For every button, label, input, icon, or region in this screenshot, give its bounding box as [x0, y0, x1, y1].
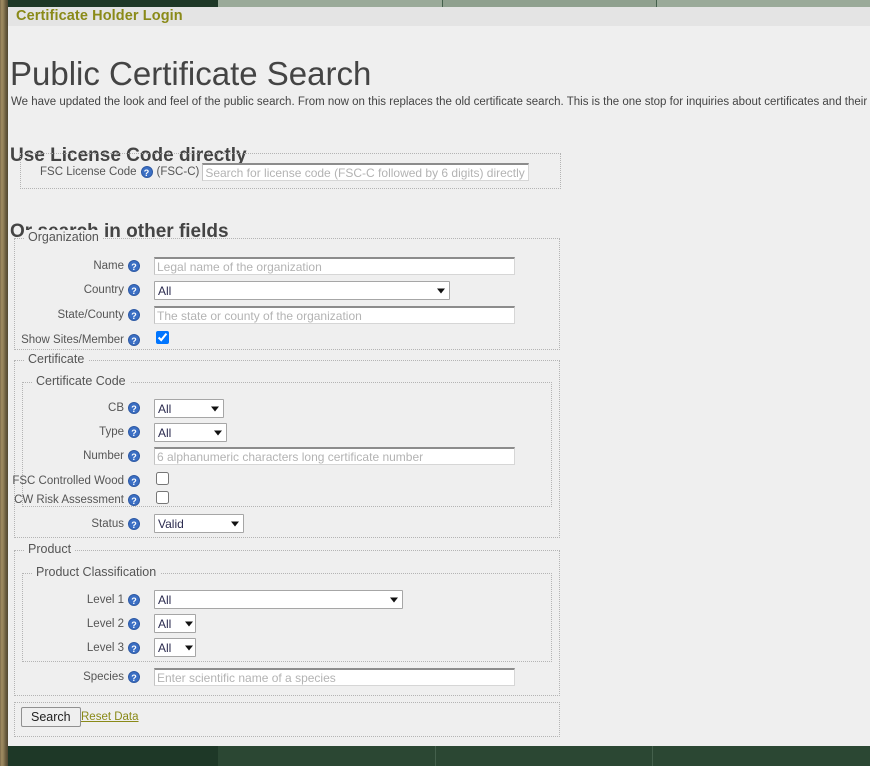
license-code-label: FSC License Code	[40, 166, 137, 178]
footer-strip-segment	[653, 746, 870, 766]
controlled-wood-label-group: FSC Controlled Wood ?	[12, 471, 144, 491]
help-icon[interactable]: ?	[128, 402, 140, 414]
organization-country-select[interactable]: All	[154, 281, 450, 300]
help-icon[interactable]: ?	[128, 284, 140, 296]
top-strip-segment	[443, 0, 656, 7]
level2-label: Level 2	[86, 618, 124, 630]
level3-select-wrap: All	[154, 638, 196, 657]
number-label-group: Number ?	[24, 446, 144, 466]
type-label: Type	[99, 426, 124, 438]
footer-accent-strip	[0, 746, 870, 766]
level2-label-group: Level 2 ?	[24, 614, 144, 634]
footer-strip-segment	[436, 746, 652, 766]
risk-assessment-label-group: CW Risk Assessment ?	[14, 490, 144, 510]
top-strip-segment	[0, 0, 218, 7]
intro-text: We have updated the look and feel of the…	[11, 95, 870, 108]
search-button[interactable]: Search	[21, 707, 81, 727]
show-sites-checkbox[interactable]	[156, 331, 169, 344]
show-sites-label-group: Show Sites/Member ?	[21, 330, 144, 350]
level1-select-wrap: All	[154, 590, 403, 609]
organization-country-label-group: Country ?	[24, 280, 144, 300]
help-icon[interactable]: ?	[128, 618, 140, 630]
footer-strip-segment	[8, 746, 218, 766]
organization-state-label-group: State/County ?	[24, 305, 144, 325]
top-strip-segment	[657, 0, 870, 7]
certificate-holder-login-link[interactable]: Certificate Holder Login	[16, 7, 183, 26]
product-level2-select[interactable]: All	[154, 614, 196, 633]
risk-assessment-checkbox[interactable]	[156, 491, 169, 504]
show-sites-label: Show Sites/Member	[21, 334, 124, 346]
help-icon[interactable]: ?	[128, 309, 140, 321]
organization-name-input[interactable]	[154, 257, 515, 275]
product-legend: Product	[24, 542, 76, 556]
level2-select-wrap: All	[154, 614, 196, 633]
help-icon[interactable]: ?	[128, 671, 140, 683]
organization-country-label: Country	[83, 284, 124, 296]
cb-label-group: CB ?	[24, 398, 144, 418]
help-icon[interactable]: ?	[140, 166, 153, 178]
top-strip-segment	[218, 0, 442, 7]
license-code-suffix: (FSC-C)	[156, 166, 200, 178]
help-icon[interactable]: ?	[128, 450, 140, 462]
page-left-border	[0, 0, 8, 766]
cb-label: CB	[108, 402, 124, 414]
certificate-number-label: Number	[83, 450, 124, 462]
product-level3-select[interactable]: All	[154, 638, 196, 657]
status-label: Status	[91, 518, 124, 530]
cb-select-wrap: All	[154, 399, 224, 418]
certificate-code-legend: Certificate Code	[32, 374, 130, 388]
country-select-wrap: All	[154, 281, 450, 300]
species-input[interactable]	[154, 668, 515, 686]
controlled-wood-label: FSC Controlled Wood	[12, 475, 124, 487]
help-icon[interactable]: ?	[128, 334, 140, 346]
level1-label-group: Level 1 ?	[24, 590, 144, 610]
certificate-status-select[interactable]: Valid	[154, 514, 244, 533]
risk-assessment-label: CW Risk Assessment	[14, 494, 124, 506]
certificate-cb-select[interactable]: All	[154, 399, 224, 418]
certificate-type-select[interactable]: All	[154, 423, 227, 442]
organization-name-label-group: Name ?	[24, 256, 144, 276]
help-icon[interactable]: ?	[128, 475, 140, 487]
level3-label: Level 3	[86, 642, 124, 654]
status-label-group: Status ?	[24, 514, 144, 534]
license-code-input[interactable]	[202, 163, 530, 181]
reset-data-link[interactable]: Reset Data	[81, 711, 139, 723]
organization-name-label: Name	[93, 260, 124, 272]
species-label: Species	[83, 671, 124, 683]
certificate-legend: Certificate	[24, 352, 89, 366]
status-select-wrap: Valid	[154, 514, 244, 533]
certificate-number-input[interactable]	[154, 447, 515, 465]
controlled-wood-checkbox[interactable]	[156, 472, 169, 485]
species-label-group: Species ?	[24, 667, 144, 687]
organization-state-label: State/County	[57, 309, 124, 321]
license-code-row: FSC License Code ? (FSC-C)	[40, 162, 530, 182]
help-icon[interactable]: ?	[128, 518, 140, 530]
footer-strip-segment	[218, 746, 435, 766]
type-label-group: Type ?	[24, 422, 144, 442]
product-classification-legend: Product Classification	[32, 565, 161, 579]
organization-legend: Organization	[24, 230, 103, 244]
top-accent-strip	[0, 0, 870, 7]
help-icon[interactable]: ?	[128, 642, 140, 654]
page-title: Public Certificate Search	[10, 55, 372, 93]
help-icon[interactable]: ?	[128, 594, 140, 606]
level1-label: Level 1	[86, 594, 124, 606]
organization-state-input[interactable]	[154, 306, 515, 324]
type-select-wrap: All	[154, 423, 227, 442]
level3-label-group: Level 3 ?	[24, 638, 144, 658]
help-icon[interactable]: ?	[128, 426, 140, 438]
help-icon[interactable]: ?	[128, 260, 140, 272]
product-level1-select[interactable]: All	[154, 590, 403, 609]
help-icon[interactable]: ?	[128, 494, 140, 506]
